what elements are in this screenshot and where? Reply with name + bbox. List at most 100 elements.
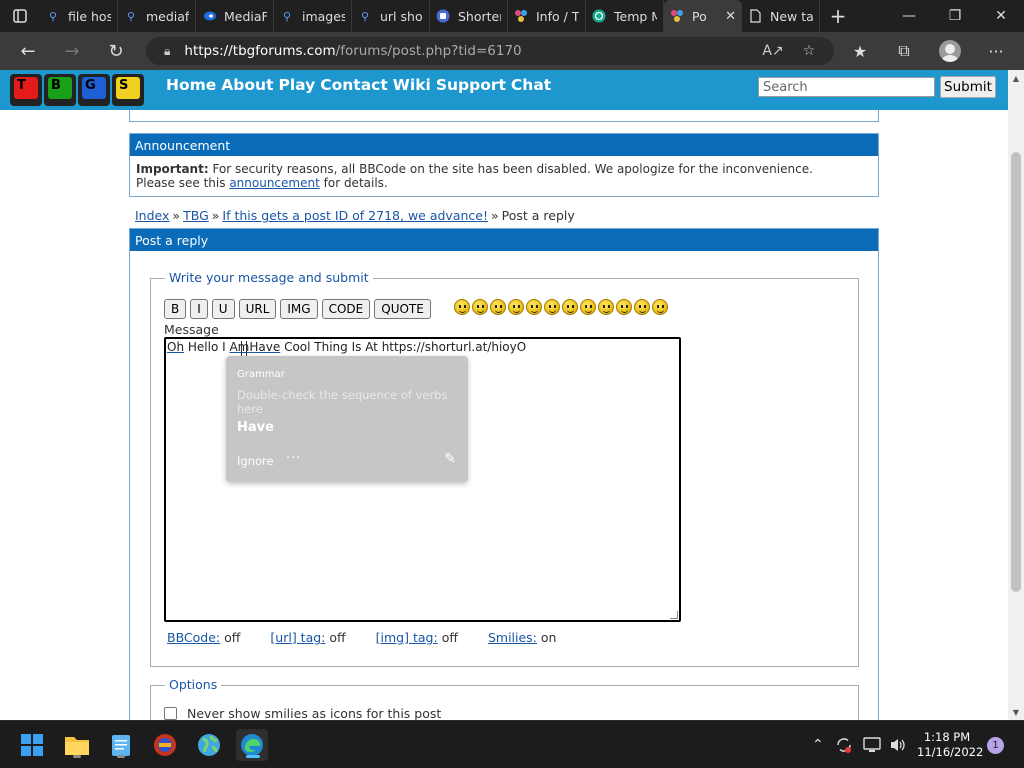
grammar-ignore-button[interactable]: Ignore	[237, 454, 274, 468]
img-tag-help-link[interactable]: [img] tag:	[376, 630, 438, 645]
smilies-help-link[interactable]: Smilies:	[488, 630, 537, 645]
shortener-icon	[436, 9, 450, 23]
smiley-icon[interactable]	[634, 299, 650, 315]
browser-tab[interactable]: ⚲ mediaf	[118, 0, 196, 32]
scroll-up-icon[interactable]: ▲	[1008, 70, 1024, 86]
bbcode-help-link[interactable]: BBCode:	[167, 630, 220, 645]
message-textarea[interactable]: Oh Hello I AmHave Cool Thing Is At https…	[164, 337, 681, 622]
more-options-icon[interactable]: ···	[286, 451, 301, 466]
browser-tab[interactable]: ⚲ url shor	[352, 0, 430, 32]
minimize-icon: —	[902, 8, 916, 24]
bbcode-bold-button[interactable]: B	[164, 299, 187, 319]
text-cursor-icon	[241, 341, 247, 357]
breadcrumb-topic[interactable]: If this gets a post ID of 2718, we advan…	[222, 208, 488, 223]
smiley-icon[interactable]	[544, 299, 560, 315]
resize-grip-icon[interactable]	[670, 611, 678, 619]
notepad-button[interactable]	[105, 729, 137, 761]
browser-tab[interactable]: New ta	[742, 0, 820, 32]
close-tab-icon[interactable]: ✕	[725, 9, 736, 24]
nav-about[interactable]: About	[221, 76, 273, 94]
refresh-button[interactable]: ↻	[94, 32, 138, 70]
browser-tab[interactable]: Temp M	[586, 0, 664, 32]
read-aloud-icon[interactable]: A↗	[758, 37, 788, 65]
show-hidden-icons-button[interactable]: ⌃	[812, 721, 824, 768]
notification-badge[interactable]: 1	[987, 737, 1004, 754]
scroll-thumb[interactable]	[1011, 152, 1021, 592]
browser-tab[interactable]: ⚲ file hos	[40, 0, 118, 32]
nav-support[interactable]: Support	[436, 76, 506, 94]
smiley-icon[interactable]	[616, 299, 632, 315]
nav-play[interactable]: Play	[278, 76, 315, 94]
start-button[interactable]	[16, 729, 48, 761]
smiley-icon[interactable]	[490, 299, 506, 315]
back-arrow-icon: ←	[20, 40, 36, 62]
nav-wiki[interactable]: Wiki	[393, 76, 431, 94]
bbcode-img-button[interactable]: IMG	[280, 299, 318, 319]
close-icon: ✕	[995, 8, 1007, 24]
bbcode-italic-button[interactable]: I	[190, 299, 208, 319]
smiley-icon[interactable]	[508, 299, 524, 315]
url-tag-help-link[interactable]: [url] tag:	[270, 630, 325, 645]
maps-app-button[interactable]	[193, 729, 225, 761]
logo-key: B	[44, 74, 76, 106]
close-window-button[interactable]: ✕	[978, 0, 1024, 32]
grammar-suggestion[interactable]: Have	[237, 420, 274, 435]
restore-icon: ❐	[948, 8, 962, 24]
profile-button[interactable]	[928, 32, 972, 70]
system-clock[interactable]: 1:18 PM 11/16/2022	[917, 730, 983, 760]
file-explorer-button[interactable]	[61, 729, 93, 761]
announcement-link[interactable]: announcement	[229, 176, 319, 190]
bbcode-url-button[interactable]: URL	[238, 299, 277, 319]
network-icon[interactable]	[863, 721, 881, 768]
smiley-icon[interactable]	[598, 299, 614, 315]
smiley-icon[interactable]	[562, 299, 578, 315]
smiley-icon[interactable]	[652, 299, 668, 315]
bbcode-code-button[interactable]: CODE	[321, 299, 371, 319]
browser-tab[interactable]: Info / T	[508, 0, 586, 32]
page-scrollbar[interactable]: ▲ ▼	[1008, 70, 1024, 720]
new-tab-button[interactable]: +	[820, 0, 856, 32]
editor-pen-icon[interactable]: ✎	[444, 451, 456, 467]
options-fieldset: Options Never show smilies as icons for …	[150, 677, 859, 720]
browser-tab[interactable]: ⚲ images	[274, 0, 352, 32]
smiley-icon[interactable]	[454, 299, 470, 315]
smiley-icon[interactable]	[526, 299, 542, 315]
nav-home[interactable]: Home	[166, 76, 216, 94]
smiley-icon[interactable]	[472, 299, 488, 315]
edge-browser-button[interactable]	[236, 729, 268, 761]
folder-icon	[65, 737, 89, 755]
back-button[interactable]: ←	[6, 32, 50, 70]
edge-icon	[241, 734, 263, 756]
restore-button[interactable]: ❐	[932, 0, 978, 32]
site-search-input[interactable]	[758, 77, 935, 97]
nav-contact[interactable]: Contact	[320, 76, 388, 94]
sync-status-icon[interactable]	[835, 721, 853, 768]
smiley-icon[interactable]	[580, 299, 596, 315]
address-bar[interactable]: 🔒︎ https://tbgforums.com/forums/post.php…	[146, 37, 834, 65]
breadcrumb-index[interactable]: Index	[135, 208, 169, 223]
bbcode-quote-button[interactable]: QUOTE	[374, 299, 431, 319]
collections-icon[interactable]: ⧉	[882, 32, 926, 70]
breadcrumb-tbg[interactable]: TBG	[183, 208, 209, 223]
minimize-button[interactable]: —	[886, 0, 932, 32]
forward-button[interactable]: →	[50, 32, 94, 70]
flag-url-tag: [url] tag: off	[270, 630, 346, 645]
browser-tab-active[interactable]: Po ✕	[664, 0, 742, 32]
bbcode-underline-button[interactable]: U	[211, 299, 235, 319]
volume-icon[interactable]	[889, 721, 907, 768]
nav-chat[interactable]: Chat	[511, 76, 551, 94]
browser-tab[interactable]: Shorter	[430, 0, 508, 32]
favorites-icon[interactable]: ★	[838, 32, 882, 70]
settings-menu-icon[interactable]: ···	[974, 32, 1018, 70]
tbgs-logo[interactable]: T B G S	[10, 74, 144, 106]
scroll-down-icon[interactable]: ▼	[1008, 704, 1024, 720]
add-favorite-icon[interactable]: ☆	[794, 37, 824, 65]
never-smilies-option[interactable]: Never show smilies as icons for this pos…	[164, 706, 441, 720]
media-player-icon	[154, 734, 176, 756]
tab-actions-button[interactable]	[0, 0, 40, 32]
browser-tab-strip: ⚲ file hos ⚲ mediaf MediaF ⚲ images ⚲ url sh…	[0, 0, 1024, 32]
site-search-submit-button[interactable]: Submit	[940, 76, 996, 98]
media-player-button[interactable]	[149, 729, 181, 761]
browser-tab[interactable]: MediaF	[196, 0, 274, 32]
never-smilies-checkbox[interactable]	[164, 707, 177, 720]
